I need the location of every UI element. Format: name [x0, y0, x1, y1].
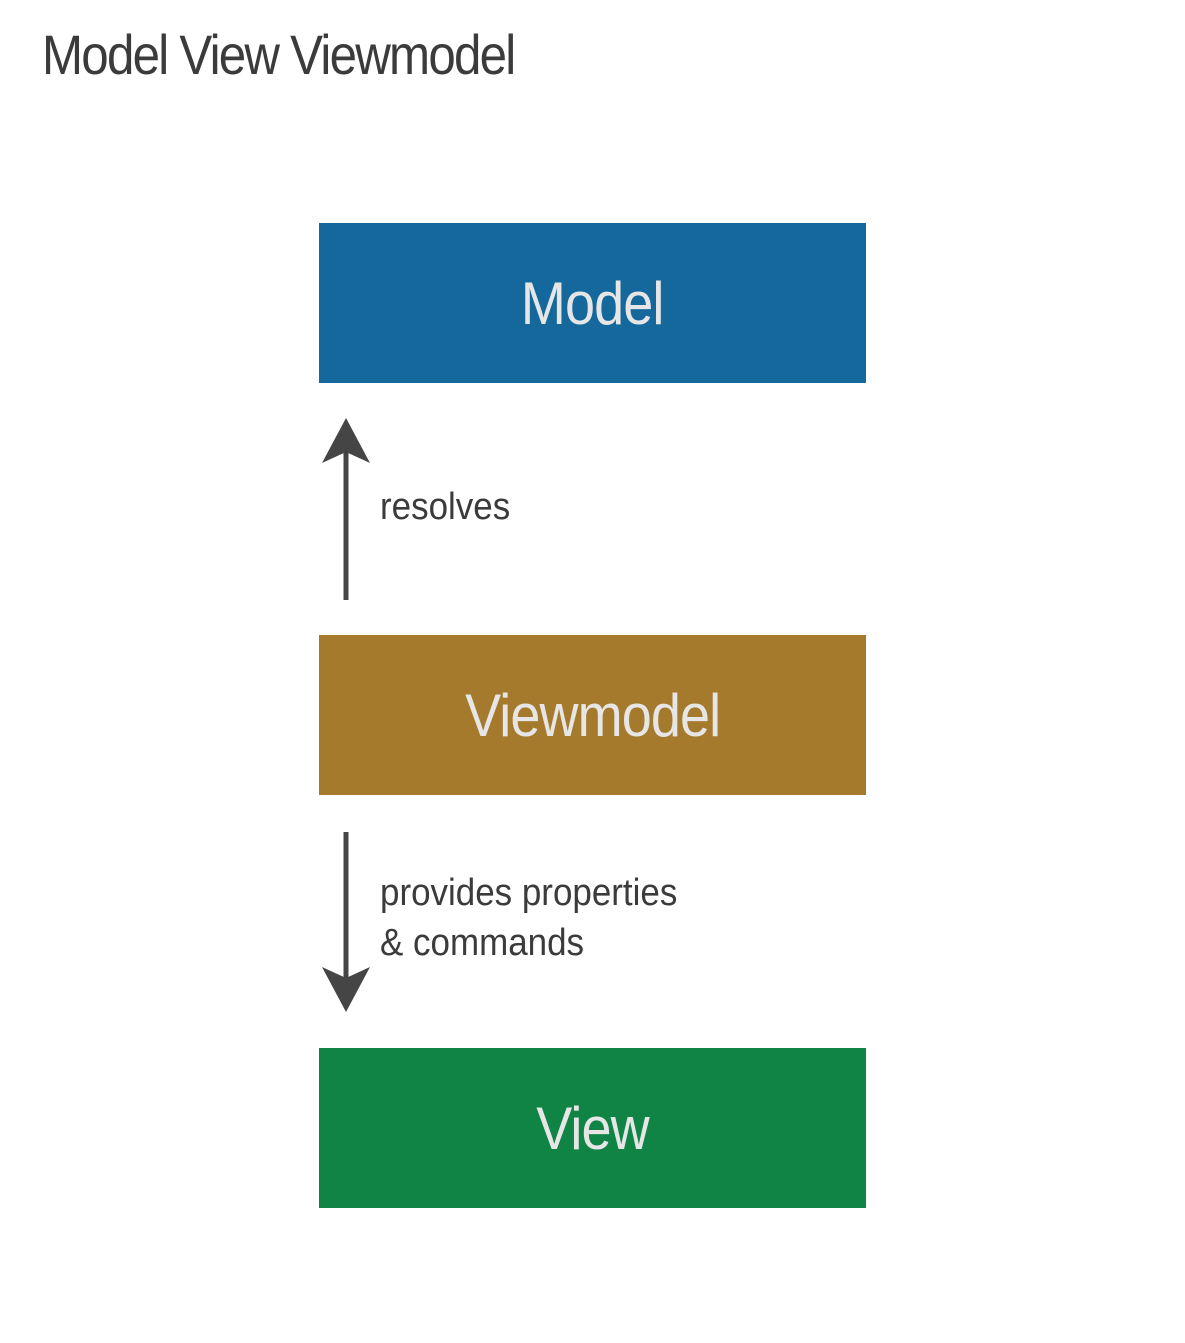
up-arrow-icon — [322, 418, 370, 600]
viewmodel-box-label: Viewmodel — [464, 681, 721, 749]
view-box-label: View — [536, 1094, 649, 1162]
down-arrow-icon — [322, 832, 370, 1012]
model-box: Model — [319, 223, 866, 383]
page-title: Model View Viewmodel — [42, 23, 516, 86]
provides-label-line1: provides properties — [380, 872, 678, 914]
provides-label-line2: & commands — [380, 922, 585, 964]
resolves-label: resolves — [380, 486, 511, 528]
view-box: View — [319, 1048, 866, 1208]
provides-label: provides properties & commands — [380, 868, 677, 968]
viewmodel-box: Viewmodel — [319, 635, 866, 795]
model-box-label: Model — [521, 269, 664, 337]
